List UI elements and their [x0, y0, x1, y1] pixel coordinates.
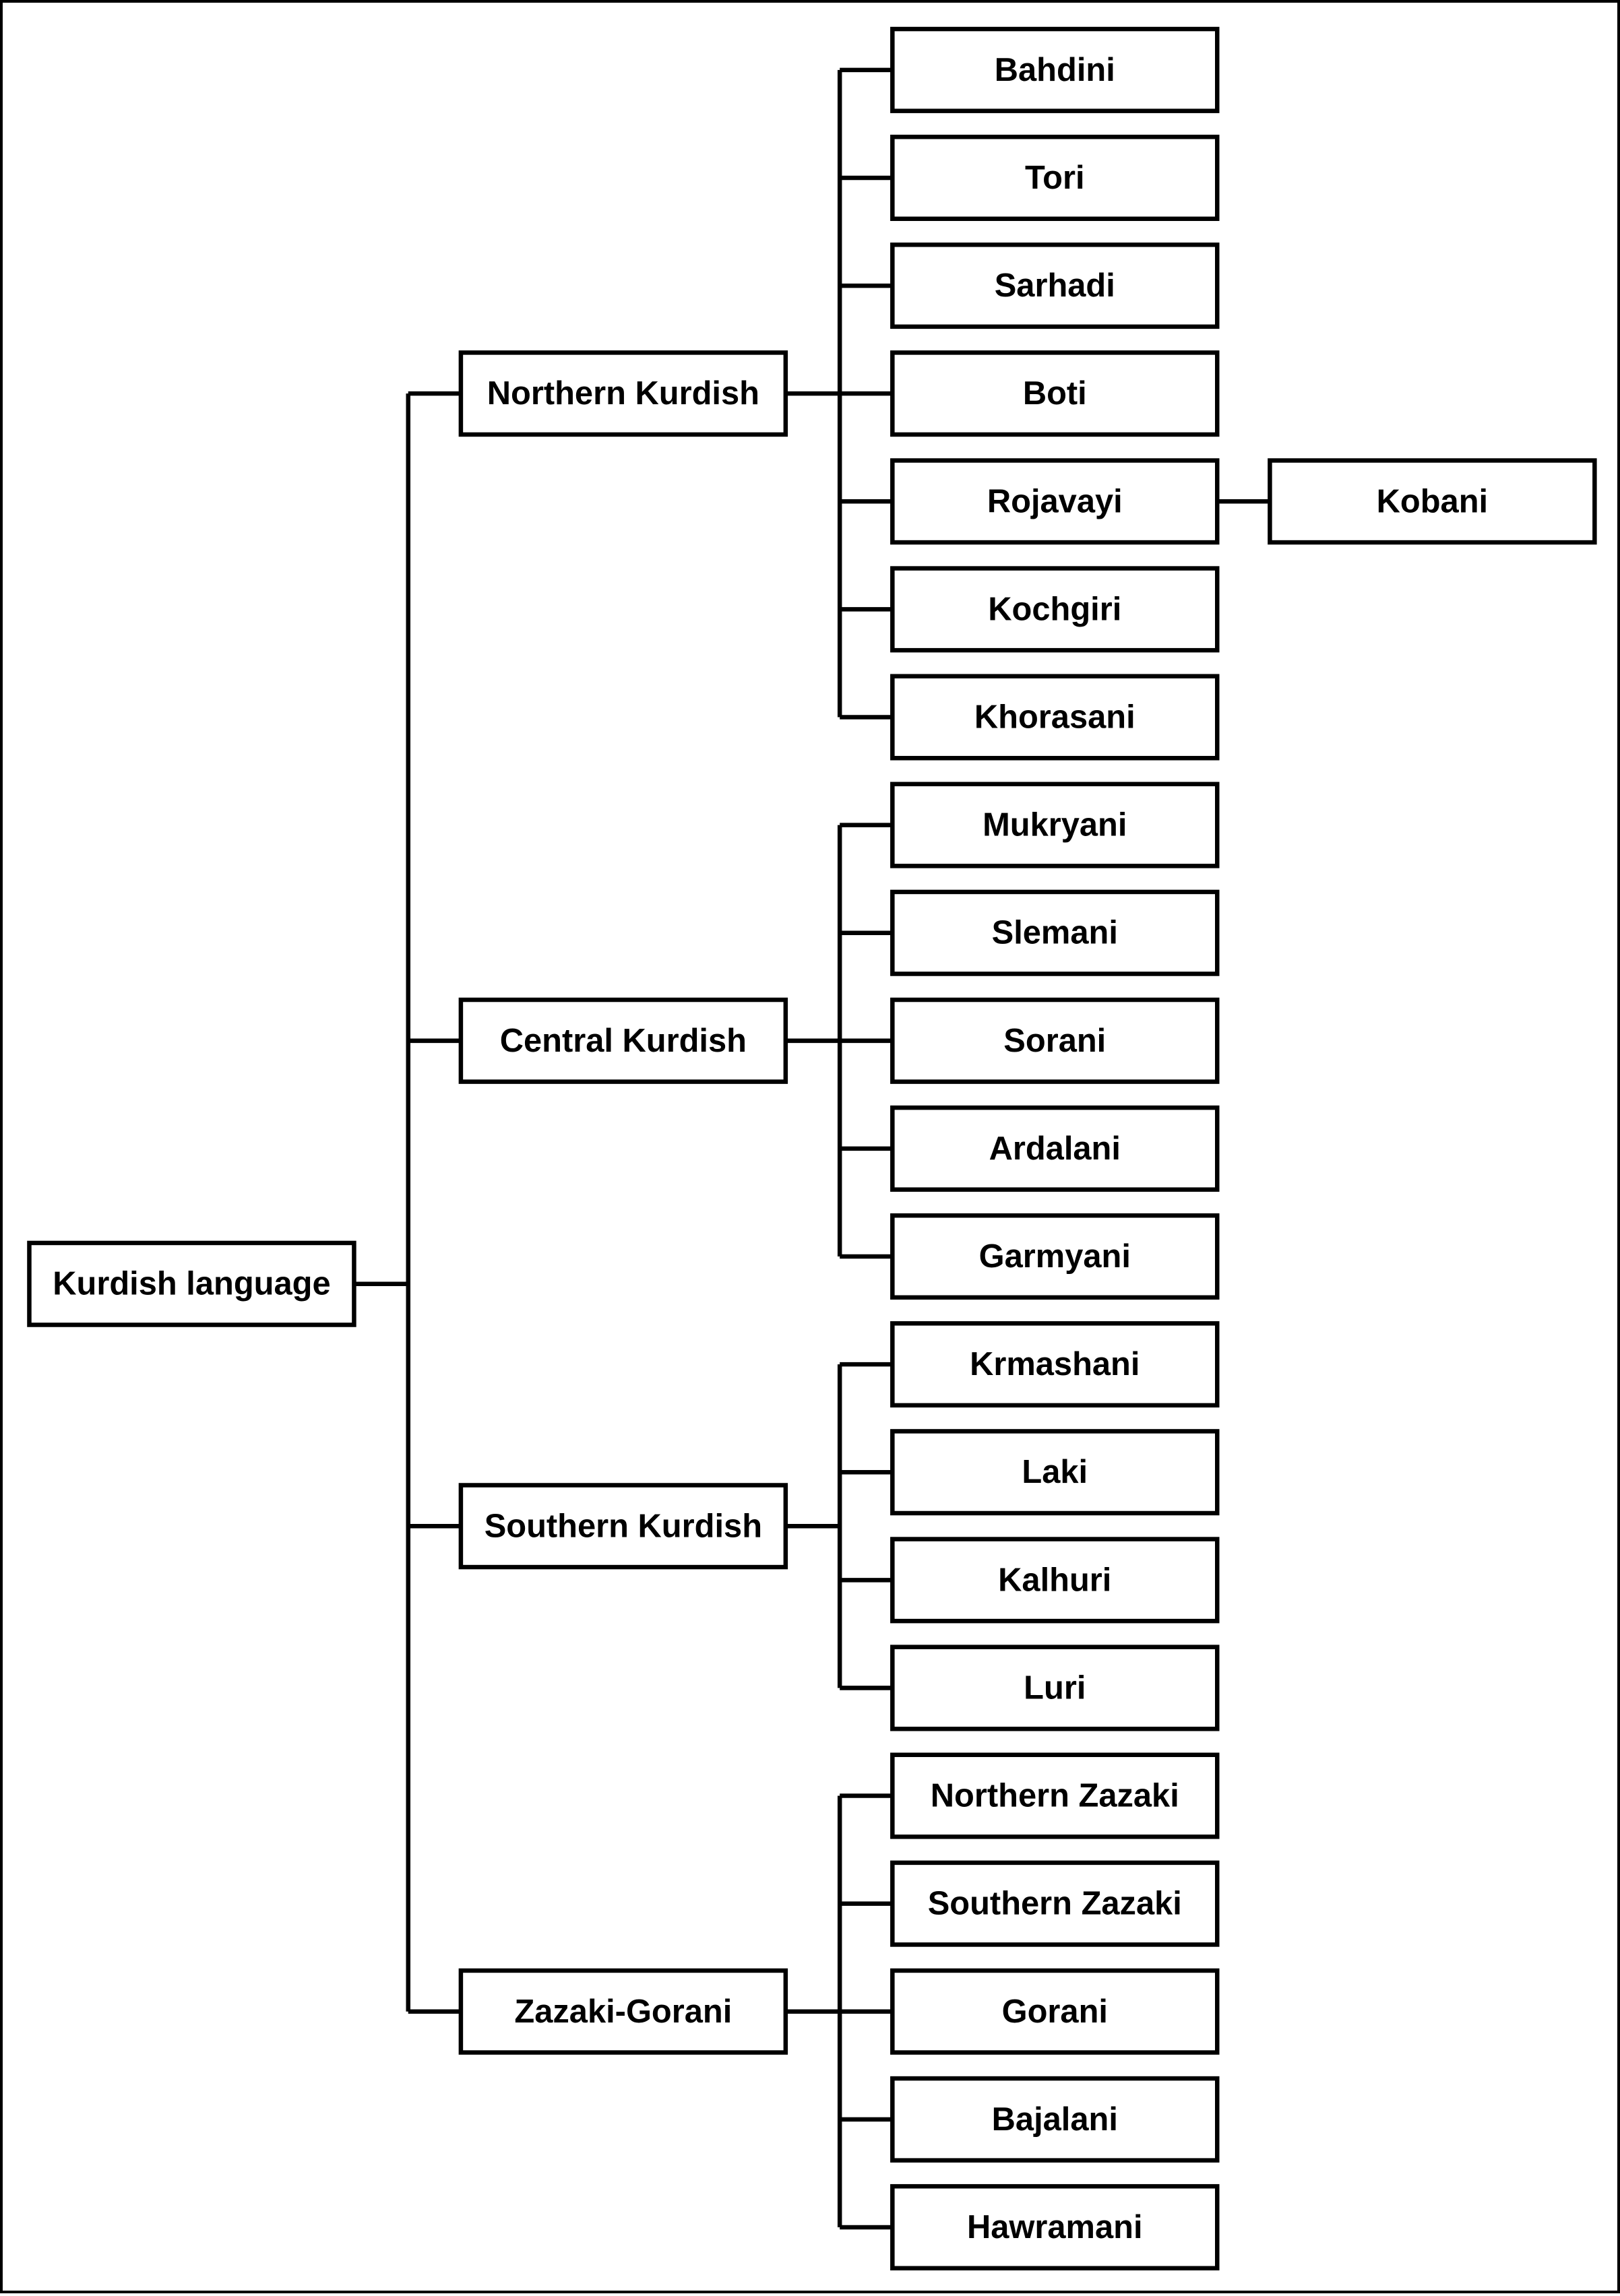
node-southern-kurdish: Southern Kurdish — [458, 1483, 788, 1570]
node-luri: Luri — [890, 1645, 1220, 1731]
node-kurdish-language: Kurdish language — [27, 1240, 356, 1327]
node-mukryani: Mukryani — [890, 782, 1220, 868]
node-zazaki-gorani: Zazaki-Gorani — [458, 1968, 788, 2055]
node-label: Central Kurdish — [500, 1023, 747, 1059]
node-slemani: Slemani — [890, 889, 1220, 976]
node-boti: Boti — [890, 350, 1220, 437]
node-bahdini: Bahdini — [890, 26, 1220, 113]
node-sarhadi: Sarhadi — [890, 243, 1220, 329]
node-label: Mukryani — [983, 807, 1127, 843]
node-garmyani: Garmyani — [890, 1213, 1220, 1300]
node-label: Hawramani — [967, 2209, 1143, 2245]
diagram-canvas: Bahdini Tori Sarhadi Boti Rojavayi Kobani Koch… — [0, 0, 1620, 2293]
node-label: Krmashani — [970, 1346, 1140, 1382]
node-label: Kurdish language — [53, 1266, 330, 1302]
node-bajalani: Bajalani — [890, 2076, 1220, 2163]
node-label: Zazaki-Gorani — [514, 1994, 732, 2030]
node-label: Sorani — [1003, 1023, 1106, 1059]
node-northern-zazaki: Northern Zazaki — [890, 1752, 1220, 1839]
node-label: Luri — [1024, 1669, 1086, 1706]
node-kobani: Kobani — [1268, 458, 1597, 545]
node-label: Bahdini — [995, 52, 1115, 88]
node-label: Laki — [1022, 1454, 1088, 1490]
node-label: Slemani — [992, 915, 1118, 951]
node-label: Northern Kurdish — [487, 375, 759, 412]
node-tori: Tori — [890, 134, 1220, 222]
node-sorani: Sorani — [890, 997, 1220, 1084]
node-label: Kobani — [1377, 483, 1488, 519]
node-laki: Laki — [890, 1429, 1220, 1516]
node-label: Kalhuri — [998, 1562, 1111, 1598]
language-tree-diagram: Bahdini Tori Sarhadi Boti Rojavayi Kobani Koch… — [27, 26, 1597, 2271]
node-label: Kochgiri — [988, 591, 1121, 627]
node-khorasani: Khorasani — [890, 674, 1220, 761]
node-southern-zazaki: Southern Zazaki — [890, 1860, 1220, 1947]
node-label: Boti — [1023, 375, 1087, 412]
node-label: Gorani — [1002, 1994, 1108, 2030]
node-label: Sarhadi — [995, 267, 1115, 304]
node-label: Southern Kurdish — [485, 1508, 762, 1544]
node-label: Northern Zazaki — [931, 1778, 1179, 1814]
node-label: Garmyani — [979, 1238, 1131, 1275]
node-label: Southern Zazaki — [928, 1886, 1182, 1922]
node-label: Ardalani — [989, 1130, 1121, 1167]
node-kochgiri: Kochgiri — [890, 566, 1220, 653]
node-kalhuri: Kalhuri — [890, 1537, 1220, 1624]
node-krmashani: Krmashani — [890, 1321, 1220, 1408]
node-gorani: Gorani — [890, 1968, 1220, 2055]
nodes: Bahdini Tori Sarhadi Boti Rojavayi Kobani Koch… — [27, 26, 1597, 2271]
node-central-kurdish: Central Kurdish — [458, 997, 788, 1084]
node-label: Khorasani — [974, 699, 1135, 735]
node-ardalani: Ardalani — [890, 1105, 1220, 1192]
node-hawramani: Hawramani — [890, 2183, 1220, 2271]
node-label: Rojavayi — [987, 483, 1123, 519]
node-label: Tori — [1025, 160, 1085, 196]
node-northern-kurdish: Northern Kurdish — [458, 350, 788, 437]
node-label: Bajalani — [992, 2101, 1118, 2138]
node-rojavayi: Rojavayi — [890, 458, 1220, 545]
